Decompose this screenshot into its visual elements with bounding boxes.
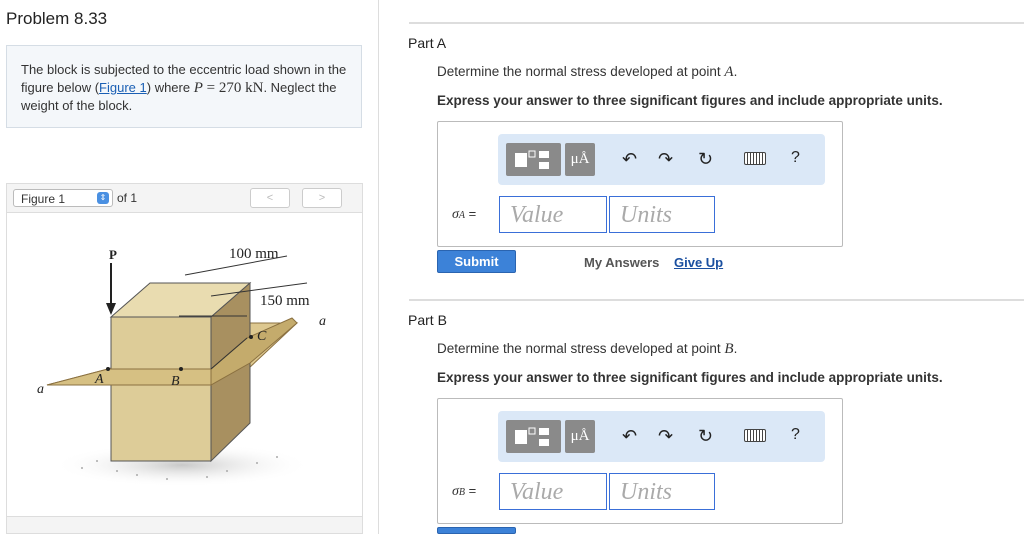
part-b-question-text: Determine the normal stress developed at… — [437, 341, 725, 356]
load-arrow-head — [106, 303, 116, 315]
part-b-units-input[interactable]: Units — [609, 473, 715, 510]
part-b-toolbar: μÅ ↶ ↷ ↻ ? — [498, 411, 825, 462]
templates-button[interactable] — [506, 420, 561, 453]
keyboard-icon[interactable] — [744, 152, 766, 165]
point-B-marker — [179, 367, 183, 371]
sigma-symbol: σ — [452, 207, 459, 222]
part-a-value-input[interactable]: Value — [499, 196, 607, 233]
undo-icon[interactable]: ↶ — [622, 426, 637, 446]
part-b-value-input[interactable]: Value — [499, 473, 607, 510]
part-a-submit-button[interactable]: Submit — [437, 250, 516, 273]
label-C: C — [257, 329, 267, 344]
give-up-link[interactable]: Give Up — [674, 255, 723, 270]
help-icon[interactable]: ? — [791, 149, 800, 167]
my-answers-link[interactable]: My Answers — [584, 255, 659, 270]
problem-statement: The block is subjected to the eccentric … — [6, 45, 362, 128]
units-button[interactable]: μÅ — [565, 143, 595, 176]
templates-button[interactable] — [506, 143, 561, 176]
templates-icon — [515, 427, 549, 446]
label-a-right: a — [319, 314, 326, 329]
part-a-rule — [409, 22, 1024, 24]
equals-sign: = — [465, 483, 477, 498]
part-b-variable: σB = — [452, 483, 476, 500]
figure-select-value: Figure 1 — [21, 192, 66, 206]
figure-footer — [6, 516, 363, 534]
part-b-question: Determine the normal stress developed at… — [437, 341, 737, 358]
next-figure-button[interactable]: > — [302, 188, 342, 208]
part-b-point: B — [724, 341, 734, 357]
part-a-toolbar: μÅ ↶ ↷ ↻ ? — [498, 134, 825, 185]
undo-icon[interactable]: ↶ — [622, 149, 637, 169]
part-a-variable: σA = — [452, 206, 476, 223]
redo-icon[interactable]: ↷ — [658, 426, 673, 446]
part-a-instruction: Express your answer to three significant… — [437, 93, 943, 108]
figure-navigation: Figure 1 ⇕ of 1 < > — [6, 183, 363, 213]
load-value: = 270 kN — [202, 80, 264, 96]
problem-pane: Problem 8.33 The block is subjected to t… — [0, 0, 378, 534]
point-C-marker — [249, 335, 253, 339]
point-A-marker — [106, 367, 110, 371]
label-150mm: 150 mm — [260, 293, 310, 309]
figure-link[interactable]: Figure 1 — [99, 80, 147, 95]
block-figure: P 100 mm 150 mm a a A B C — [37, 246, 326, 487]
label-100mm: 100 mm — [229, 246, 279, 262]
pane-divider — [378, 0, 379, 534]
sigma-symbol: σ — [452, 484, 459, 499]
part-a-title[interactable]: Part A — [408, 35, 446, 51]
prev-figure-button[interactable]: < — [250, 188, 290, 208]
part-a-question-text: Determine the normal stress developed at… — [437, 64, 725, 79]
load-symbol: P — [193, 80, 203, 96]
part-a-question-end: . — [733, 64, 738, 79]
part-a-units-input[interactable]: Units — [609, 196, 715, 233]
templates-icon — [515, 150, 549, 169]
part-b-submit-button[interactable] — [437, 527, 516, 534]
part-b-answer-box: μÅ ↶ ↷ ↻ ? σB = Value Units — [437, 398, 843, 524]
label-a-left: a — [37, 382, 44, 397]
figure-select[interactable]: Figure 1 ⇕ — [13, 189, 113, 207]
block-front-face — [110, 316, 212, 462]
statement-text-mid: ) where — [146, 80, 194, 95]
figure-count: of 1 — [117, 191, 138, 205]
part-b-instruction: Express your answer to three significant… — [437, 370, 943, 385]
units-button[interactable]: μÅ — [565, 420, 595, 453]
label-A: A — [94, 372, 104, 387]
reset-icon[interactable]: ↻ — [698, 149, 713, 169]
label-P: P — [109, 247, 117, 262]
figure-area: P 100 mm 150 mm a a A B C — [6, 213, 363, 516]
reset-icon[interactable]: ↻ — [698, 426, 713, 446]
part-b-rule — [409, 299, 1024, 301]
part-a-point: A — [724, 64, 734, 80]
label-B: B — [171, 374, 180, 389]
redo-icon[interactable]: ↷ — [658, 149, 673, 169]
help-icon[interactable]: ? — [791, 426, 800, 444]
part-b-question-end: . — [733, 341, 738, 356]
equals-sign: = — [465, 206, 477, 221]
part-a-answer-box: μÅ ↶ ↷ ↻ ? σA = Value Units — [437, 121, 843, 247]
part-b-title[interactable]: Part B — [408, 312, 447, 328]
section-plane-front — [46, 368, 212, 386]
select-arrows-icon: ⇕ — [97, 192, 109, 204]
problem-title: Problem 8.33 — [6, 9, 108, 28]
part-a-question: Determine the normal stress developed at… — [437, 64, 737, 81]
keyboard-icon[interactable] — [744, 429, 766, 442]
